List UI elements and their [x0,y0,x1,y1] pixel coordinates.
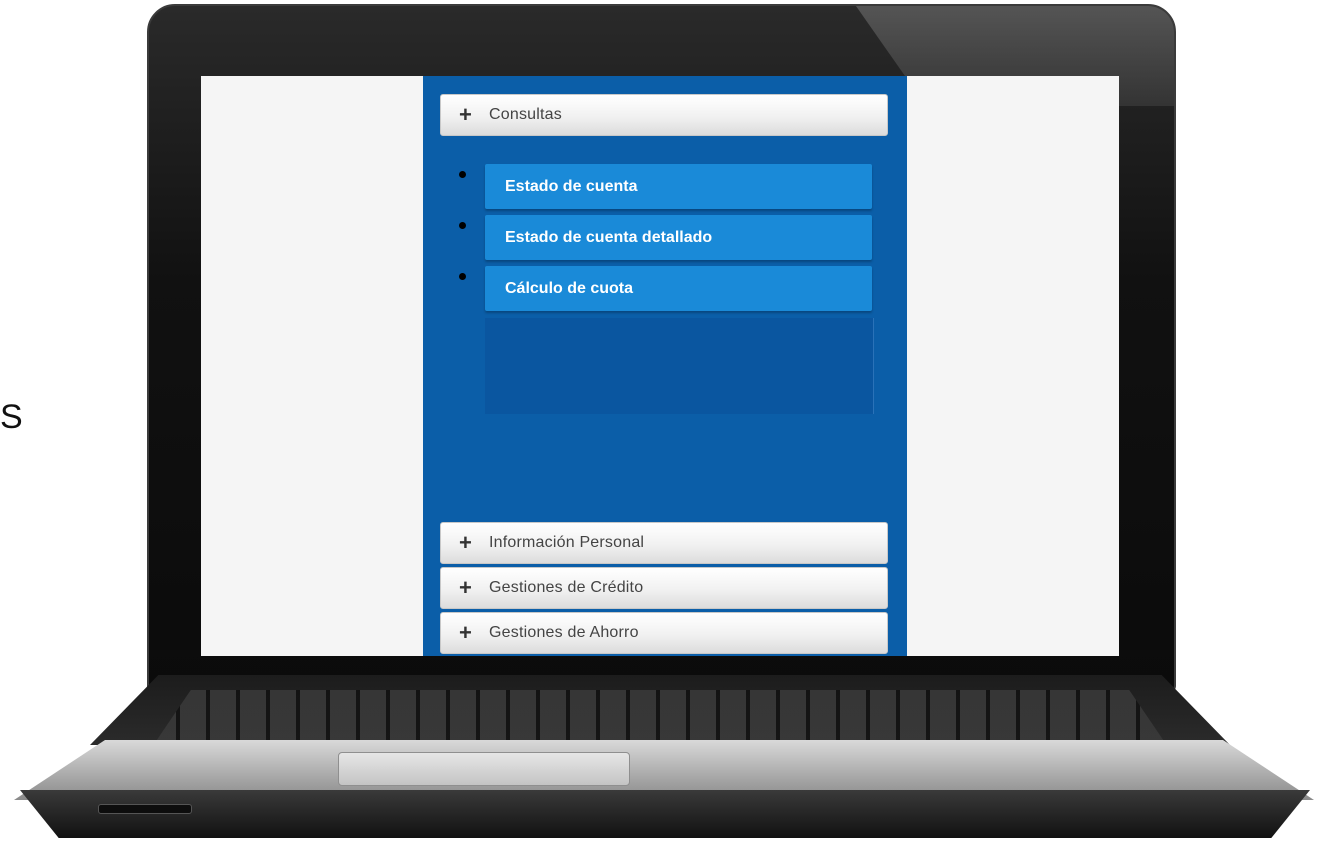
menu-item-calculo-de-cuota[interactable]: Cálculo de cuota [485,266,872,311]
accordion-gestiones-ahorro[interactable]: + Gestiones de Ahorro [440,612,888,654]
edge-glyph: S [0,398,23,436]
bullet-icon [459,273,466,280]
accordion-label: Gestiones de Ahorro [489,624,639,641]
bullet-icon [459,222,466,229]
laptop-base-edge [20,790,1310,838]
accordion-informacion-personal[interactable]: + Información Personal [440,522,888,564]
menu-item-estado-de-cuenta[interactable]: Estado de cuenta [485,164,872,209]
plus-icon: + [459,575,472,600]
list-item: Cálculo de cuota [453,266,873,317]
laptop-lid: + Consultas Estado de cuenta Estado de c… [147,4,1176,692]
menu-item-estado-de-cuenta-detallado[interactable]: Estado de cuenta detallado [485,215,872,260]
consultas-submenu: Estado de cuenta Estado de cuenta detall… [453,164,873,317]
submenu-body [485,318,874,414]
bullet-icon [459,171,466,178]
plus-icon: + [459,102,472,127]
plus-icon: + [459,620,472,645]
touchpad [338,752,630,786]
accordion-label: Consultas [489,106,562,123]
plus-icon: + [459,530,472,555]
menu-panel: + Consultas Estado de cuenta Estado de c… [423,76,907,656]
list-item: Estado de cuenta detallado [453,215,873,266]
card-slot [98,804,192,814]
laptop-screen: + Consultas Estado de cuenta Estado de c… [201,76,1119,656]
accordion-label: Gestiones de Crédito [489,579,644,596]
accordion-gestiones-credito[interactable]: + Gestiones de Crédito [440,567,888,609]
accordion-consultas[interactable]: + Consultas [440,94,888,136]
accordion-label: Información Personal [489,534,645,551]
list-item: Estado de cuenta [453,164,873,215]
